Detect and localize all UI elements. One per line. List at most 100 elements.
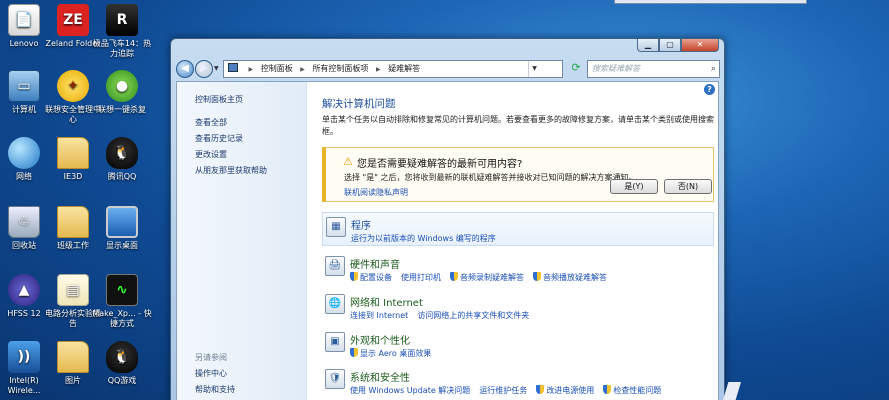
online-content-notice: ⚠ 您是否需要疑难解答的最新可用内容? 选择 "是" 之后，您将收到最新的联机疑… xyxy=(322,147,714,202)
appearance-icon[interactable]: ▣ xyxy=(325,332,345,352)
category-links: 配置设备 使用打印机 音频录制疑难解答 音频播放疑难解答 xyxy=(350,272,616,283)
desktop-icon[interactable]: 🐧 腾讯QQ xyxy=(91,137,153,182)
network-internet-icon[interactable]: 🌐 xyxy=(325,294,345,314)
category-title[interactable]: 网络和 Internet xyxy=(350,294,423,309)
folder-icon xyxy=(57,206,89,238)
sidebar-link-change-settings[interactable]: 更改设置 xyxy=(195,149,227,160)
caption-buttons: ▁ ▢ ✕ xyxy=(637,39,719,52)
qq-penguin-icon: 🐧 xyxy=(106,137,138,169)
category-title[interactable]: 硬件和声音 xyxy=(350,256,400,271)
document-icon: 📄 xyxy=(8,4,40,36)
help-icon[interactable]: ? xyxy=(704,84,715,95)
desktop-icon[interactable]: 🐧 QQ游戏 xyxy=(91,341,153,386)
see-also-heading: 另请参阅 xyxy=(195,353,227,362)
notice-question: 您是否需要疑难解答的最新可用内容? xyxy=(357,159,523,170)
task-link-label: 连接到 Internet xyxy=(350,311,409,320)
yes-button[interactable]: 是(Y) xyxy=(610,179,658,194)
control-panel-window: ▁ ▢ ✕ ◀ ▶ ▼ ▶ 控制面板 ▶ 所有控制面板项 ▶ 疑难解答 ▼ ⟳ … xyxy=(170,38,725,400)
paper-file-icon: ▤ xyxy=(57,274,89,306)
waveform-shortcut-icon: ∿ xyxy=(106,274,138,306)
category-title[interactable]: 系统和安全性 xyxy=(350,369,410,384)
category-task-link[interactable]: 运行为以前版本的 Windows 编写的程序 xyxy=(351,234,496,243)
content-area: 控制面板主页 查看全部 查看历史记录 更改设置 从朋友那里获取帮助 另请参阅 操… xyxy=(176,81,719,400)
category-task-link[interactable]: 音频播放疑难解答 xyxy=(533,272,607,282)
category-task-link[interactable]: 显示 Aero 桌面效果 xyxy=(350,348,432,358)
category-task-link[interactable]: 使用打印机 xyxy=(401,273,441,282)
no-button[interactable]: 否(N) xyxy=(664,179,712,194)
category-task-link[interactable]: 运行维护任务 xyxy=(479,386,527,395)
breadcrumb-separator[interactable]: ▶ xyxy=(249,66,254,73)
category-task-link[interactable]: 配置设备 xyxy=(350,272,392,282)
category-task-link[interactable]: 改进电源使用 xyxy=(536,385,594,395)
system-security-icon[interactable]: 🛡 xyxy=(325,369,345,389)
category-task-link[interactable]: 音频录制疑难解答 xyxy=(450,272,524,282)
breadcrumb-control-panel[interactable]: 控制面板 xyxy=(261,64,293,73)
desktop-icon[interactable]: R 极品飞车14：热力追踪 xyxy=(91,4,153,59)
control-panel-icon xyxy=(228,63,238,72)
task-link-label: 显示 Aero 桌面效果 xyxy=(360,349,432,358)
category-task-link[interactable]: 检查性能问题 xyxy=(603,385,662,395)
breadcrumb-all-items[interactable]: 所有控制面板项 xyxy=(312,64,368,73)
wireless-icon: )) xyxy=(8,341,40,373)
notice-message: 选择 "是" 之后，您将收到最新的联机疑难解答并接收对已知问题的解决方案通知。 xyxy=(344,173,637,182)
programs-icon[interactable]: ▦ xyxy=(326,217,346,237)
address-bar[interactable]: ▶ 控制面板 ▶ 所有控制面板项 ▶ 疑难解答 ▼ xyxy=(223,60,563,78)
category-task-link[interactable]: 连接到 Internet xyxy=(350,311,408,320)
uac-shield-icon xyxy=(603,385,612,394)
racing-game-icon: R xyxy=(106,4,138,36)
uac-shield-icon xyxy=(350,348,358,357)
breadcrumb-separator[interactable]: ▶ xyxy=(300,66,305,73)
category-links: 使用 Windows Update 解决问题 运行维护任务 改进电源使用 检查性能问题 xyxy=(350,385,670,396)
forward-button[interactable]: ▶ xyxy=(195,60,213,78)
sidebar-link-view-history[interactable]: 查看历史记录 xyxy=(195,133,243,144)
zeland-icon: ZE xyxy=(57,4,89,36)
network-globe-icon xyxy=(8,137,40,169)
breadcrumb-troubleshooting[interactable]: 疑难解答 xyxy=(388,64,420,73)
category-title[interactable]: 程序 xyxy=(351,217,371,232)
maximize-button[interactable]: ▢ xyxy=(659,39,681,52)
category-title[interactable]: 外观和个性化 xyxy=(350,332,410,347)
category-links: 显示 Aero 桌面效果 xyxy=(350,348,440,359)
navigation-bar: ◀ ▶ ▼ ▶ 控制面板 ▶ 所有控制面板项 ▶ 疑难解答 ▼ ⟳ 搜索疑难解答… xyxy=(176,59,720,79)
task-link-label: 音频播放疑难解答 xyxy=(543,273,607,282)
task-link-label: 检查性能问题 xyxy=(613,386,662,395)
sidebar-link-help-support[interactable]: 帮助和支持 xyxy=(195,384,235,395)
search-input[interactable]: 搜索疑难解答 ⌕ xyxy=(587,60,720,78)
sidebar-link-control-panel-home[interactable]: 控制面板主页 xyxy=(195,94,243,105)
folder-icon xyxy=(57,137,89,169)
close-button[interactable]: ✕ xyxy=(681,39,719,52)
folder-icon xyxy=(57,341,89,373)
category-task-link[interactable]: 使用 Windows Update 解决问题 xyxy=(350,386,470,395)
sidebar-link-view-all[interactable]: 查看全部 xyxy=(195,117,227,128)
address-dropdown-icon[interactable]: ▼ xyxy=(528,61,540,77)
task-link-label: 运行为以前版本的 Windows 编写的程序 xyxy=(351,234,496,243)
antivirus-icon: ● xyxy=(106,70,138,102)
refresh-icon[interactable]: ⟳ xyxy=(567,60,585,78)
category-task-link[interactable]: 访问网络上的共享文件和文件夹 xyxy=(417,311,529,320)
search-icon[interactable]: ⌕ xyxy=(711,61,716,77)
desktop-icon[interactable]: 显示桌面 xyxy=(91,206,153,251)
sidebar-link-action-center[interactable]: 操作中心 xyxy=(195,368,227,379)
desktop-icon[interactable]: ∿ Make_Xp... - 快捷方式 xyxy=(91,274,153,329)
breadcrumb-separator[interactable]: ▶ xyxy=(376,66,381,73)
sidebar-link-get-help-from-friend[interactable]: 从朋友那里获取帮助 xyxy=(195,165,267,176)
task-link-label: 使用打印机 xyxy=(401,273,441,282)
desktop-icon-label: 腾讯QQ xyxy=(107,172,137,181)
recycle-bin-icon: ♲ xyxy=(8,206,40,238)
uac-shield-icon xyxy=(350,272,358,281)
task-link-label: 运行维护任务 xyxy=(479,386,528,395)
main-pane: ? 解决计算机问题 单击某个任务以自动排除和修复常见的计算机问题。若要查看更多的… xyxy=(318,82,718,400)
recent-pages-dropdown-icon[interactable]: ▼ xyxy=(214,65,219,72)
privacy-statement-link[interactable]: 联机阅读隐私声明 xyxy=(344,187,408,198)
desktop-icon[interactable]: ● 联想一键杀复 xyxy=(91,70,153,115)
uac-shield-icon xyxy=(536,385,545,394)
background-window-edge xyxy=(614,0,807,4)
background-window-fragment xyxy=(723,382,741,400)
task-link-label: 访问网络上的共享文件和文件夹 xyxy=(417,311,530,320)
category-programs: ▦ 程序运行为以前版本的 Windows 编写的程序 xyxy=(322,212,714,246)
show-desktop-icon xyxy=(106,206,138,238)
minimize-button[interactable]: ▁ xyxy=(637,39,659,52)
hardware-sound-icon[interactable]: 🖨 xyxy=(325,256,345,276)
back-button[interactable]: ◀ xyxy=(176,60,194,78)
category-network-internet: 🌐 网络和 Internet 连接到 Internet 访问网络上的共享文件和文件夹 xyxy=(322,290,714,324)
